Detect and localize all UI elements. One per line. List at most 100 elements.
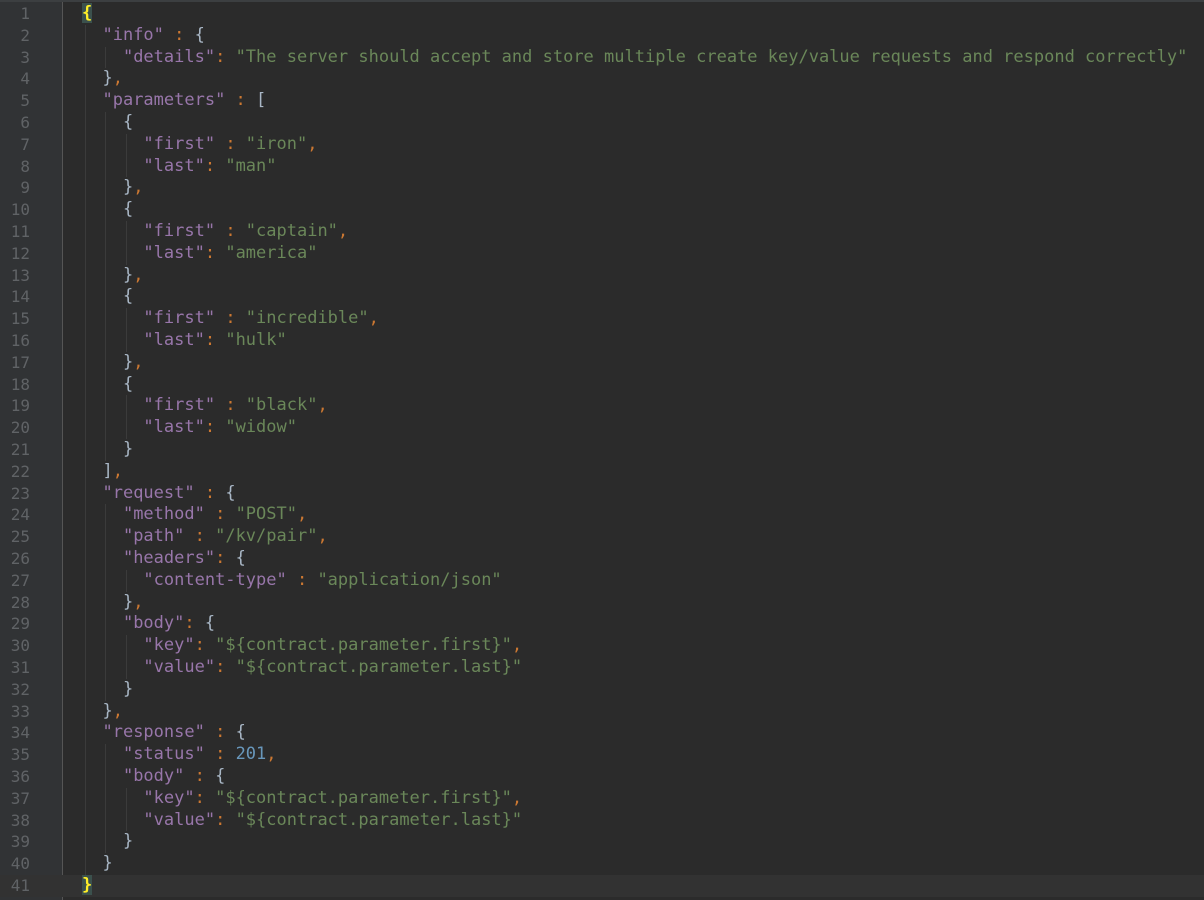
code-line[interactable]: 32 }	[0, 679, 1204, 701]
code-token: {	[122, 286, 134, 307]
code-line[interactable]: 16 "last": "hulk"	[0, 330, 1204, 352]
line-number: 6	[20, 113, 30, 132]
code-line[interactable]: 34 "response" : {	[0, 722, 1204, 744]
line-code: },	[82, 177, 144, 199]
code-token: "response"	[102, 722, 205, 743]
code-line[interactable]: 40 }	[0, 853, 1204, 875]
code-line[interactable]: 26 "headers": {	[0, 548, 1204, 570]
line-number: 10	[10, 200, 30, 220]
code-line[interactable]: 6 {	[0, 112, 1204, 134]
code-token: {	[194, 24, 205, 45]
code-line[interactable]: 19 "first" : "black",	[0, 395, 1204, 417]
code-line[interactable]: 31 "value": "${contract.parameter.last}"	[0, 657, 1204, 679]
code-line[interactable]: 37 "key": "${contract.parameter.first}",	[0, 788, 1204, 810]
code-line[interactable]: 8 "last": "man"	[0, 156, 1204, 178]
code-line[interactable]: 39 }	[0, 831, 1204, 853]
code-token: :	[225, 90, 257, 111]
code-line[interactable]: 29 "body": {	[0, 613, 1204, 635]
line-number: 23	[10, 483, 30, 503]
code-token: ]	[102, 460, 113, 481]
code-token: :	[204, 330, 226, 350]
code-line[interactable]: 5 "parameters" : [	[0, 90, 1204, 112]
code-token: "man"	[225, 155, 277, 176]
code-line[interactable]: 21 }	[0, 439, 1204, 461]
code-token: "The server should accept and store mult…	[235, 46, 1188, 67]
code-token: "details"	[122, 46, 216, 67]
code-line[interactable]: 1{	[0, 3, 1204, 25]
code-token: }	[122, 439, 134, 459]
line-number: 33	[10, 701, 30, 721]
code-token: }	[122, 351, 134, 372]
line-number: 29	[10, 614, 30, 634]
code-line[interactable]: 10 {	[0, 199, 1204, 221]
code-token: ,	[317, 395, 328, 416]
code-token: ,	[307, 133, 318, 154]
code-token: "hulk"	[225, 330, 287, 350]
code-line[interactable]: 3 "details": "The server should accept a…	[0, 47, 1204, 69]
matched-brace: {	[82, 3, 93, 23]
code-line[interactable]: 15 "first" : "incredible",	[0, 308, 1204, 330]
code-token: ,	[266, 744, 277, 765]
code-token: ,	[337, 221, 349, 241]
code-token: :	[194, 482, 226, 503]
line-code: ],	[82, 461, 123, 483]
code-token: :	[215, 221, 246, 241]
code-token: :	[204, 417, 226, 438]
code-line[interactable]: 7 "first" : "iron",	[0, 134, 1204, 156]
code-line[interactable]: 28 },	[0, 592, 1204, 614]
code-line[interactable]: 23 "request" : {	[0, 483, 1204, 505]
code-line[interactable]: 12 "last": "america"	[0, 243, 1204, 265]
code-token: :	[184, 526, 216, 547]
code-editor[interactable]: 1{2 "info" : {3 "details": "The server s…	[0, 0, 1204, 900]
line-number: 35	[10, 745, 30, 765]
line-number: 30	[10, 636, 30, 656]
code-token: :	[204, 744, 236, 765]
code-line[interactable]: 38 "value": "${contract.parameter.last}"	[0, 810, 1204, 832]
code-token: "${contract.parameter.first}"	[215, 635, 512, 656]
line-code: },	[82, 351, 144, 374]
code-line[interactable]: 20 "last": "widow"	[0, 417, 1204, 439]
code-token: {	[235, 548, 246, 568]
line-number: 41	[10, 876, 30, 895]
code-line[interactable]: 25 "path" : "/kv/pair",	[0, 526, 1204, 548]
line-code: "first" : "black",	[82, 395, 328, 417]
code-line[interactable]: 11 "first" : "captain",	[0, 221, 1204, 243]
code-line[interactable]: 24 "method" : "POST",	[0, 504, 1204, 526]
line-number: 38	[10, 810, 30, 830]
code-line[interactable]: 30 "key": "${contract.parameter.first}",	[0, 635, 1204, 657]
line-code: },	[82, 592, 144, 614]
code-token: }	[102, 68, 113, 89]
code-token: {	[225, 482, 236, 503]
code-line[interactable]: 13 },	[0, 265, 1204, 287]
code-line[interactable]: 35 "status" : 201,	[0, 744, 1204, 766]
code-line[interactable]: 2 "info" : {	[0, 25, 1204, 47]
line-code: }	[82, 831, 133, 853]
code-token: :	[184, 766, 216, 786]
code-token: :	[215, 308, 246, 329]
code-token: "first"	[143, 221, 216, 241]
code-token: ,	[296, 504, 308, 525]
code-line[interactable]: 17 },	[0, 352, 1204, 374]
code-token: "first"	[143, 395, 216, 416]
code-line[interactable]: 18 {	[0, 374, 1204, 396]
code-token: "last"	[143, 155, 205, 176]
code-line[interactable]: 41}	[0, 875, 1204, 897]
code-line[interactable]: 4 },	[0, 68, 1204, 90]
code-line[interactable]: 22 ],	[0, 461, 1204, 483]
code-token: "${contract.parameter.last}"	[235, 809, 523, 830]
code-line[interactable]: 36 "body" : {	[0, 766, 1204, 788]
code-line[interactable]: 9 },	[0, 177, 1204, 199]
code-line[interactable]: 27 "content-type" : "application/json"	[0, 570, 1204, 592]
code-line[interactable]: 14 {	[0, 286, 1204, 308]
line-code: "body": {	[82, 613, 215, 635]
line-number: 13	[10, 265, 30, 285]
code-line[interactable]: 33 },	[0, 701, 1204, 723]
